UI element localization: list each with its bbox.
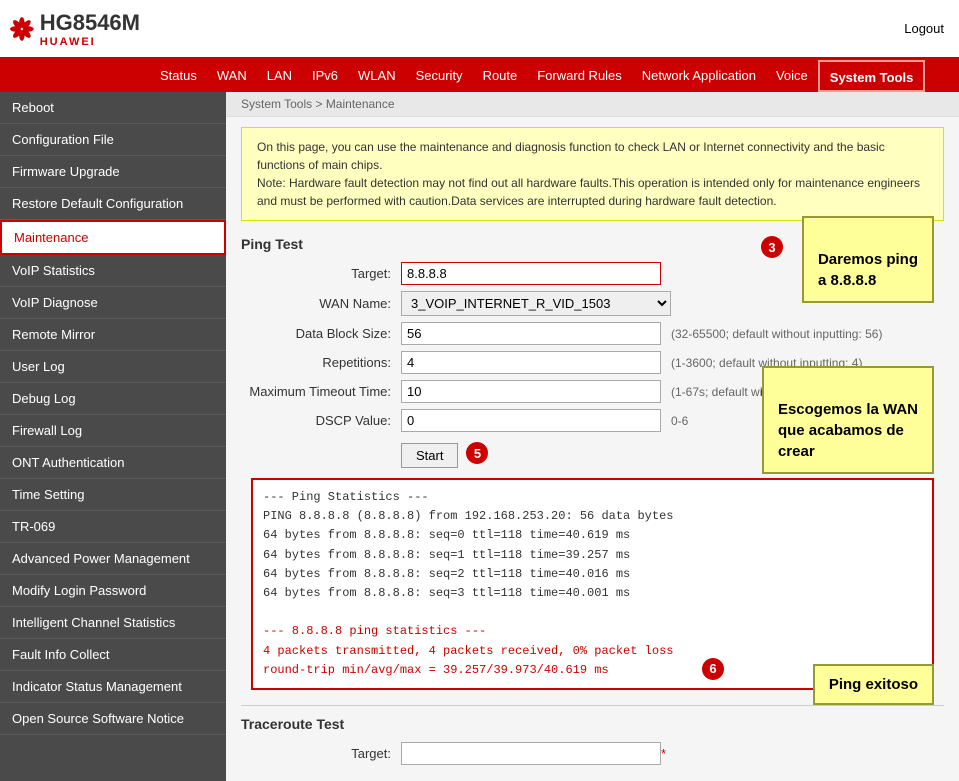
ping-output-line8: --- 8.8.8.8 ping statistics --- <box>263 622 922 641</box>
ping-output-line5: 64 bytes from 8.8.8.8: seq=2 ttl=118 tim… <box>263 565 922 584</box>
sidebar-item-firmware-upgrade[interactable]: Firmware Upgrade <box>0 156 226 188</box>
nav-voice[interactable]: Voice <box>766 60 818 92</box>
ping-output: --- Ping Statistics --- PING 8.8.8.8 (8.… <box>251 478 934 690</box>
repetitions-input-wrapper <box>401 351 661 374</box>
wan-name-input-wrapper: 3_VOIP_INTERNET_R_VID_1503 <box>401 291 661 316</box>
sidebar-item-restore-default[interactable]: Restore Default Configuration <box>0 188 226 220</box>
data-block-input-wrapper <box>401 322 661 345</box>
max-timeout-label: Maximum Timeout Time: <box>241 384 401 399</box>
start-button[interactable]: Start <box>401 443 458 468</box>
header: HG8546M HUAWEI Logout <box>0 0 959 60</box>
info-line2: Note: Hardware fault detection may not f… <box>257 176 920 208</box>
sidebar: Reboot Configuration File Firmware Upgra… <box>0 92 226 781</box>
max-timeout-input-wrapper <box>401 380 661 403</box>
breadcrumb: System Tools > Maintenance <box>226 92 959 117</box>
sidebar-item-user-log[interactable]: User Log <box>0 351 226 383</box>
traceroute-target-row: Target: * <box>241 742 944 765</box>
dscp-input-wrapper <box>401 409 661 432</box>
sidebar-item-open-source[interactable]: Open Source Software Notice <box>0 703 226 735</box>
nav-wlan[interactable]: WLAN <box>348 60 406 92</box>
sidebar-item-modify-login[interactable]: Modify Login Password <box>0 575 226 607</box>
max-timeout-input[interactable] <box>401 380 661 403</box>
traceroute-target-label: Target: <box>241 746 401 761</box>
content-wrapper: On this page, you can use the maintenanc… <box>226 117 959 781</box>
sidebar-item-reboot[interactable]: Reboot <box>0 92 226 124</box>
sidebar-item-maintenance[interactable]: Maintenance <box>0 220 226 255</box>
ping-output-line4: 64 bytes from 8.8.8.8: seq=1 ttl=118 tim… <box>263 546 922 565</box>
logo-text: HG8546M HUAWEI <box>40 10 140 48</box>
sidebar-item-intelligent-ch[interactable]: Intelligent Channel Statistics <box>0 607 226 639</box>
ping-output-line1: --- Ping Statistics --- <box>263 488 922 507</box>
ping-output-line6: 64 bytes from 8.8.8.8: seq=3 ttl=118 tim… <box>263 584 922 603</box>
sidebar-item-adv-power[interactable]: Advanced Power Management <box>0 543 226 575</box>
annotation-5: 5 <box>466 442 488 464</box>
sidebar-item-time-setting[interactable]: Time Setting <box>0 479 226 511</box>
annotation-bubble-wan: Escogemos la WAN que acabamos de crear <box>762 366 934 474</box>
required-star: * <box>661 746 666 761</box>
logo-area: HG8546M HUAWEI <box>0 7 150 51</box>
data-block-row: Data Block Size: (32-65500; default with… <box>241 322 944 345</box>
sidebar-item-fault-info[interactable]: Fault Info Collect <box>0 639 226 671</box>
target-label: Target: <box>241 266 401 281</box>
data-block-label: Data Block Size: <box>241 326 401 341</box>
dscp-label: DSCP Value: <box>241 413 401 428</box>
nav-lan[interactable]: LAN <box>257 60 302 92</box>
logout-button[interactable]: Logout <box>904 21 944 36</box>
nav-route[interactable]: Route <box>473 60 528 92</box>
annotation-6: 6 <box>702 658 724 680</box>
target-input-wrapper <box>401 262 661 285</box>
nav-bar: Status WAN LAN IPv6 WLAN Security Route … <box>0 60 959 92</box>
repetitions-label: Repetitions: <box>241 355 401 370</box>
traceroute-section: Traceroute Test Target: * <box>241 705 944 765</box>
nav-status[interactable]: Status <box>150 60 207 92</box>
nav-ipv6[interactable]: IPv6 <box>302 60 348 92</box>
ping-output-line2: PING 8.8.8.8 (8.8.8.8) from 192.168.253.… <box>263 507 922 526</box>
sidebar-item-tr069[interactable]: TR-069 <box>0 511 226 543</box>
nav-forward-rules[interactable]: Forward Rules <box>527 60 632 92</box>
ping-output-line3: 64 bytes from 8.8.8.8: seq=0 ttl=118 tim… <box>263 526 922 545</box>
sidebar-item-debug-log[interactable]: Debug Log <box>0 383 226 415</box>
traceroute-target-input[interactable] <box>401 742 661 765</box>
nav-system-tools[interactable]: System Tools <box>818 60 926 92</box>
sidebar-item-voip-stats[interactable]: VoIP Statistics <box>0 255 226 287</box>
annotation-3: 3 <box>761 236 783 258</box>
wan-name-select[interactable]: 3_VOIP_INTERNET_R_VID_1503 <box>401 291 671 316</box>
brand-name: HUAWEI <box>40 36 140 48</box>
dscp-hint: 0-6 <box>671 414 688 428</box>
sidebar-item-indicator-status[interactable]: Indicator Status Management <box>0 671 226 703</box>
device-name: HG8546M <box>40 10 140 36</box>
data-block-input[interactable] <box>401 322 661 345</box>
nav-security[interactable]: Security <box>406 60 473 92</box>
data-block-hint: (32-65500; default without inputting: 56… <box>671 327 882 341</box>
huawei-logo <box>10 7 34 51</box>
wan-name-label: WAN Name: <box>241 296 401 311</box>
info-box: On this page, you can use the maintenanc… <box>241 127 944 221</box>
content-area: System Tools > Maintenance On this page,… <box>226 92 959 781</box>
nav-network-app[interactable]: Network Application <box>632 60 766 92</box>
annotation-bubble-exitoso: Ping exitoso <box>813 664 934 705</box>
dscp-input[interactable] <box>401 409 661 432</box>
traceroute-target-input-wrapper <box>401 742 661 765</box>
traceroute-title: Traceroute Test <box>241 716 944 732</box>
target-input[interactable] <box>401 262 661 285</box>
sidebar-item-ont-auth[interactable]: ONT Authentication <box>0 447 226 479</box>
annotation-bubble-ping: Daremos ping a 8.8.8.8 <box>802 216 934 303</box>
logout-area[interactable]: Logout <box>904 21 959 36</box>
sidebar-item-firewall-log[interactable]: Firewall Log <box>0 415 226 447</box>
repetitions-input[interactable] <box>401 351 661 374</box>
sidebar-item-remote-mirror[interactable]: Remote Mirror <box>0 319 226 351</box>
sidebar-item-config-file[interactable]: Configuration File <box>0 124 226 156</box>
sidebar-item-voip-diagnose[interactable]: VoIP Diagnose <box>0 287 226 319</box>
ping-output-line9: 4 packets transmitted, 4 packets receive… <box>263 642 922 661</box>
info-line1: On this page, you can use the maintenanc… <box>257 140 885 172</box>
nav-wan[interactable]: WAN <box>207 60 257 92</box>
main-layout: Reboot Configuration File Firmware Upgra… <box>0 92 959 781</box>
